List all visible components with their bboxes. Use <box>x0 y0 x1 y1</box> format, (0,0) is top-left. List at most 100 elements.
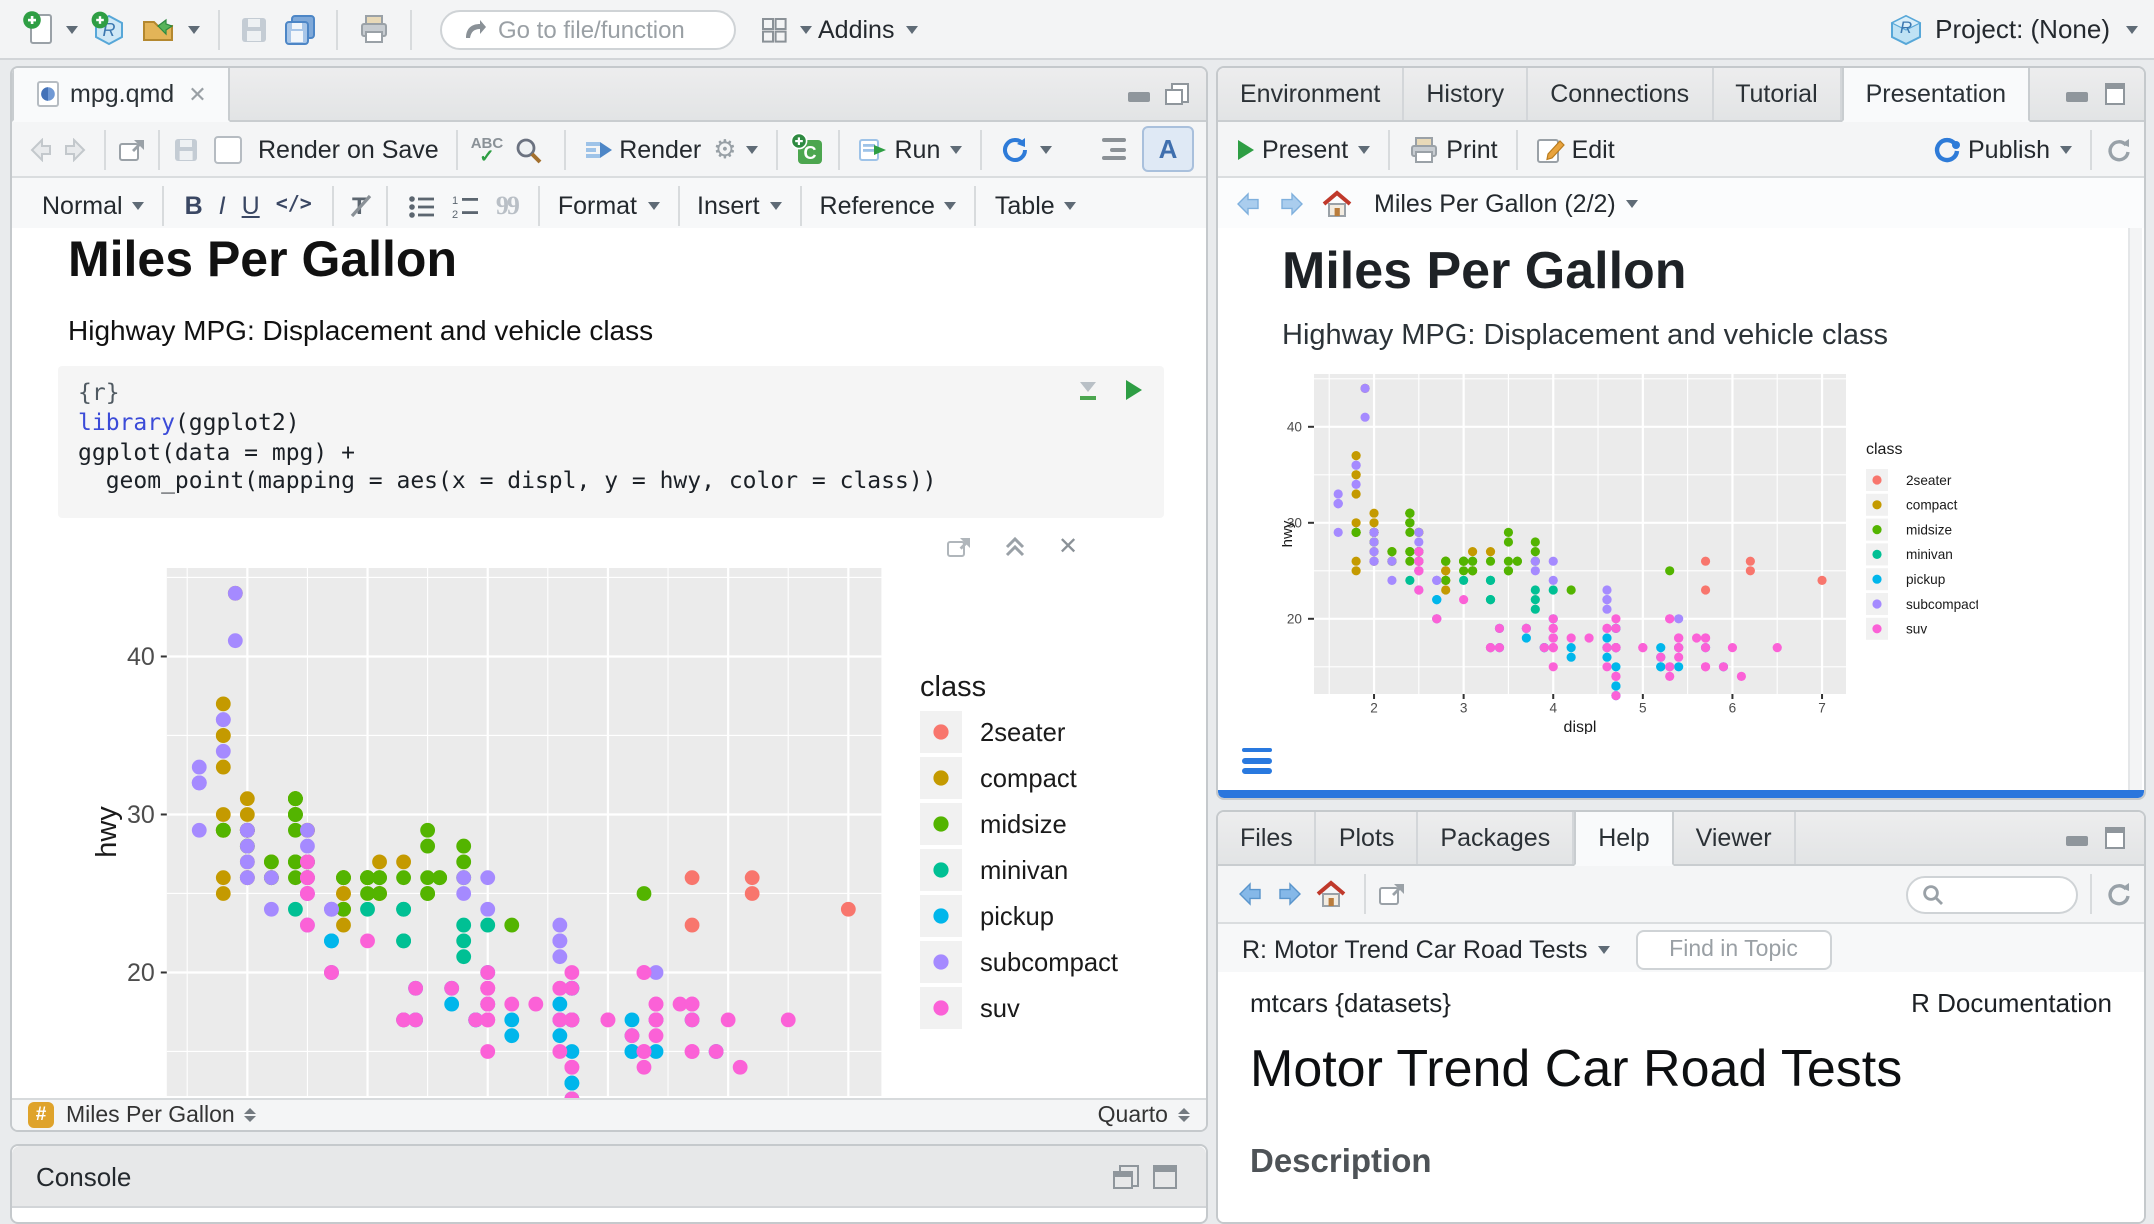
paragraph-style-select[interactable]: Normal <box>36 187 151 223</box>
doc-mode-label[interactable]: Quarto <box>1098 1103 1168 1127</box>
table-menu[interactable]: Table <box>989 187 1083 223</box>
tab-packages[interactable]: Packages <box>1418 812 1574 864</box>
slide-forward-icon[interactable] <box>1278 192 1306 216</box>
home-icon[interactable] <box>1322 190 1352 218</box>
bullet-list-icon[interactable] <box>408 193 436 217</box>
rstudio-window: R Go to <box>0 0 2154 1212</box>
code-format-button[interactable]: </> <box>268 194 320 216</box>
blockquote-button[interactable]: 99 <box>496 189 518 221</box>
svg-text:midsize: midsize <box>1906 522 1952 537</box>
project-menu[interactable]: R Project: (None) <box>1887 11 2138 47</box>
help-search-input[interactable] <box>1906 875 2078 913</box>
editor-tabstrip: mpg.qmd ✕ <box>12 68 1206 122</box>
insert-menu[interactable]: Insert <box>691 187 788 223</box>
tab-plots[interactable]: Plots <box>1317 812 1419 864</box>
presentation-scrollbar[interactable] <box>2128 228 2142 794</box>
console-maximize-icon[interactable] <box>1152 1163 1178 1189</box>
new-file-button[interactable] <box>16 6 84 52</box>
tab-connections[interactable]: Connections <box>1528 68 1713 120</box>
tab-environment[interactable]: Environment <box>1218 68 1404 120</box>
console-header[interactable]: Console <box>12 1146 1206 1208</box>
help-topic-selector[interactable]: R: Motor Trend Car Road Tests <box>1242 932 1616 968</box>
outline-toggle-icon[interactable] <box>1094 138 1134 160</box>
reference-menu[interactable]: Reference <box>814 187 963 223</box>
section-selector-arrows-icon[interactable] <box>245 1108 257 1123</box>
present-button[interactable]: Present <box>1230 131 1376 167</box>
output-popout-icon[interactable] <box>946 535 972 557</box>
render-button[interactable]: Render <box>577 131 707 167</box>
save-doc-icon[interactable] <box>172 135 200 163</box>
slide-menu-icon[interactable] <box>1242 747 1272 774</box>
pane-grid-icon <box>758 13 790 45</box>
help-popout-icon[interactable] <box>1378 882 1406 906</box>
goto-file-search[interactable]: Go to file/function <box>440 9 736 49</box>
find-in-topic-input[interactable]: Find in Topic <box>1636 930 1832 970</box>
addins-menu[interactable]: Addins <box>818 15 918 43</box>
document-title: Miles Per Gallon <box>68 232 457 290</box>
tab-presentation[interactable]: Presentation <box>1842 68 2030 122</box>
clear-format-icon[interactable]: T <box>346 192 374 218</box>
minimize-pane-icon[interactable] <box>2064 84 2090 104</box>
tab-tutorial[interactable]: Tutorial <box>1713 68 1841 120</box>
run-button[interactable]: Run <box>853 131 969 167</box>
tab-history[interactable]: History <box>1404 68 1528 120</box>
maximize-pane-icon[interactable] <box>2102 826 2128 850</box>
new-project-button[interactable]: R <box>84 6 134 52</box>
spellcheck-icon[interactable]: ABC ✓ <box>471 135 504 163</box>
run-chunks-above-icon[interactable] <box>1076 378 1100 402</box>
publish-icon <box>1932 135 1962 163</box>
save-button[interactable] <box>232 9 276 49</box>
pane-layout-button[interactable] <box>752 9 818 49</box>
maximize-pane-icon[interactable] <box>2102 82 2128 106</box>
italic-button[interactable]: I <box>211 191 234 219</box>
close-output-icon[interactable]: ✕ <box>1058 532 1078 560</box>
run-chunk-icon[interactable] <box>1124 378 1144 402</box>
presentation-preview[interactable]: Miles Per Gallon Highway MPG: Displaceme… <box>1218 228 2144 794</box>
underline-button[interactable]: U <box>234 191 268 219</box>
visual-editor-toggle[interactable]: A <box>1142 126 1194 172</box>
mode-selector-arrows-icon[interactable] <box>1178 1108 1190 1123</box>
minimize-pane-icon[interactable] <box>2064 828 2090 848</box>
back-icon[interactable] <box>28 137 54 161</box>
render-on-save-checkbox[interactable]: Render on Save <box>208 131 445 167</box>
tab-help[interactable]: Help <box>1574 812 1673 866</box>
editor-toolbar: Render on Save ABC ✓ Render ⚙ C <box>12 122 1206 178</box>
print-presentation-button[interactable]: Print <box>1402 131 1503 167</box>
rerun-button[interactable] <box>994 131 1058 167</box>
bold-button[interactable]: B <box>177 191 211 219</box>
tab-mpg-qmd[interactable]: mpg.qmd ✕ <box>12 68 231 122</box>
tab-files[interactable]: Files <box>1218 812 1317 864</box>
help-forward-icon[interactable] <box>1276 882 1304 906</box>
code-chunk[interactable]: {r} library(ggplot2) ggplot(data = mpg) … <box>58 366 1164 518</box>
maximize-pane-icon[interactable] <box>1164 82 1190 106</box>
publish-button[interactable]: Publish <box>1926 131 2078 167</box>
svg-text:subcompact: subcompact <box>1906 597 1978 612</box>
insert-chunk-icon[interactable]: C <box>791 132 827 166</box>
collapse-output-icon[interactable] <box>1004 535 1026 557</box>
edit-presentation-button[interactable]: Edit <box>1530 131 1621 167</box>
slide-back-icon[interactable] <box>1234 192 1262 216</box>
svg-text:1: 1 <box>452 194 458 206</box>
slide-title-menu[interactable]: Miles Per Gallon (2/2) <box>1368 186 1644 222</box>
find-replace-icon[interactable] <box>513 135 541 163</box>
refresh-icon[interactable] <box>2104 135 2132 163</box>
print-button[interactable] <box>350 8 398 50</box>
forward-icon[interactable] <box>62 137 88 161</box>
help-back-icon[interactable] <box>1236 882 1264 906</box>
open-file-button[interactable] <box>134 9 206 49</box>
close-tab-icon[interactable]: ✕ <box>188 81 206 107</box>
open-in-new-window-icon[interactable] <box>118 137 146 161</box>
numbered-list-icon[interactable]: 12 <box>452 193 480 217</box>
addins-label: Addins <box>818 15 894 43</box>
console-restore-icon[interactable] <box>1112 1163 1140 1189</box>
minimize-pane-icon[interactable] <box>1126 84 1152 104</box>
tab-viewer[interactable]: Viewer <box>1674 812 1796 864</box>
help-refresh-icon[interactable] <box>2104 880 2132 908</box>
save-all-button[interactable] <box>276 8 324 50</box>
render-settings-button[interactable]: ⚙ <box>707 129 764 169</box>
document-canvas[interactable]: Miles Per Gallon Highway MPG: Displaceme… <box>12 228 1206 1102</box>
help-home-icon[interactable] <box>1316 880 1346 908</box>
format-menu[interactable]: Format <box>552 187 665 223</box>
section-jump[interactable]: Miles Per Gallon <box>66 1103 235 1127</box>
help-document[interactable]: mtcars {datasets} R Documentation Motor … <box>1218 972 2144 1224</box>
